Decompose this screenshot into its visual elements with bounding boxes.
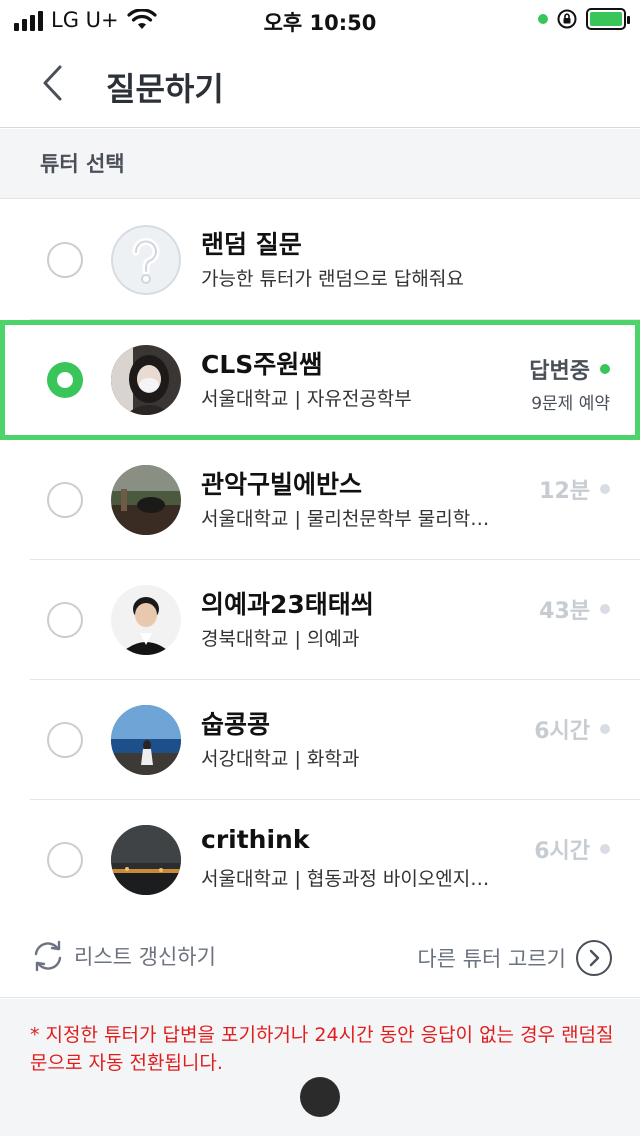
- refresh-list-button[interactable]: 리스트 갱신하기: [30, 940, 216, 972]
- page-title: 질문하기: [106, 70, 224, 108]
- pick-other-tutor-button[interactable]: 다른 튜터 고르기: [417, 940, 612, 976]
- tutor-subtitle: 서강대학교 | 화학과: [201, 748, 360, 770]
- header: 질문하기: [0, 42, 640, 128]
- section-title: 튜터 선택: [40, 152, 125, 176]
- assistive-touch-button[interactable]: [300, 1077, 340, 1117]
- avatar: [111, 465, 181, 535]
- offline-dot-icon: [600, 844, 610, 854]
- radio-button[interactable]: [47, 242, 83, 278]
- pick-tutor-label: 다른 튜터 고르기: [417, 947, 566, 971]
- refresh-label: 리스트 갱신하기: [74, 945, 216, 969]
- tutor-name: crithink: [201, 825, 310, 854]
- chevron-right-circle-icon: [576, 940, 612, 976]
- tutor-row[interactable]: 의예과23태태씌 경북대학교 | 의예과 43분: [0, 560, 640, 680]
- back-button[interactable]: [32, 60, 72, 106]
- offline-dot-icon: [600, 724, 610, 734]
- tutor-status: 12분: [539, 473, 610, 505]
- status-label: 답변중: [529, 359, 590, 384]
- online-dot-icon: [600, 364, 610, 374]
- avatar: [111, 705, 181, 775]
- tutor-subtitle: 경북대학교 | 의예과: [201, 628, 360, 650]
- radio-button[interactable]: [47, 482, 83, 518]
- tutor-status: 답변중: [529, 353, 610, 385]
- section-header: 튜터 선택: [0, 129, 640, 199]
- tutor-name: 숩콩콩: [201, 710, 271, 739]
- tutor-row[interactable]: 관악구빌에반스 서울대학교 | 물리천문학부 물리학… 12분: [0, 440, 640, 560]
- refresh-icon: [34, 940, 62, 972]
- tutor-subtitle: 서울대학교 | 협동과정 바이오엔지…: [201, 868, 490, 890]
- radio-button-checked[interactable]: [47, 362, 83, 398]
- tutor-subtitle: 가능한 튜터가 랜덤으로 답해줘요: [201, 268, 464, 290]
- orientation-lock-icon: [557, 9, 577, 29]
- tutor-row[interactable]: 숩콩콩 서강대학교 | 화학과 6시간: [0, 680, 640, 800]
- status-bar-right: [538, 8, 630, 30]
- tutor-name: CLS주원쌤: [201, 350, 323, 379]
- radio-button[interactable]: [47, 722, 83, 758]
- recording-dot-icon: [538, 14, 548, 24]
- notice-area: * 지정한 튜터가 답변을 포기하거나 24시간 동안 응답이 없는 경우 랜덤…: [0, 999, 640, 1136]
- offline-dot-icon: [600, 484, 610, 494]
- offline-dot-icon: [600, 604, 610, 614]
- avatar: [111, 825, 181, 895]
- tutor-list: 랜덤 질문 가능한 튜터가 랜덤으로 답해줘요 CLS주원쌤 서울대학교 | 자…: [0, 200, 640, 920]
- tutor-subtitle: 서울대학교 | 물리천문학부 물리학…: [201, 508, 490, 530]
- question-mark-icon: [111, 225, 181, 295]
- status-bar: LG U+ 오후 10:50: [0, 0, 640, 42]
- tutor-name: 의예과23태태씌: [201, 590, 374, 619]
- tutor-name: 관악구빌에반스: [201, 470, 363, 499]
- tutor-row-random[interactable]: 랜덤 질문 가능한 튜터가 랜덤으로 답해줘요: [0, 200, 640, 320]
- radio-button[interactable]: [47, 842, 83, 878]
- tutor-name: 랜덤 질문: [201, 230, 302, 259]
- status-label: 6시간: [534, 719, 590, 744]
- tutor-status: 6시간: [534, 713, 610, 745]
- status-label: 12분: [539, 479, 590, 504]
- tutor-subtitle: 서울대학교 | 자유전공학부: [201, 388, 412, 410]
- status-label: 43분: [539, 599, 590, 624]
- tutor-row-selected[interactable]: CLS주원쌤 서울대학교 | 자유전공학부 답변중 9문제 예약: [0, 320, 640, 440]
- tutor-row[interactable]: crithink 서울대학교 | 협동과정 바이오엔지… 6시간: [0, 800, 640, 920]
- chevron-left-icon: [43, 65, 62, 101]
- list-actions: 리스트 갱신하기 다른 튜터 고르기: [0, 920, 640, 998]
- tutor-status: 43분: [539, 593, 610, 625]
- battery-icon: [586, 8, 630, 30]
- avatar: [111, 585, 181, 655]
- radio-button[interactable]: [47, 602, 83, 638]
- reservation-count: 9문제 예약: [531, 394, 610, 414]
- avatar: [111, 345, 181, 415]
- notice-text: * 지정한 튜터가 답변을 포기하거나 24시간 동안 응답이 없는 경우 랜덤…: [30, 1024, 614, 1074]
- status-label: 6시간: [534, 839, 590, 864]
- tutor-status: 6시간: [534, 833, 610, 865]
